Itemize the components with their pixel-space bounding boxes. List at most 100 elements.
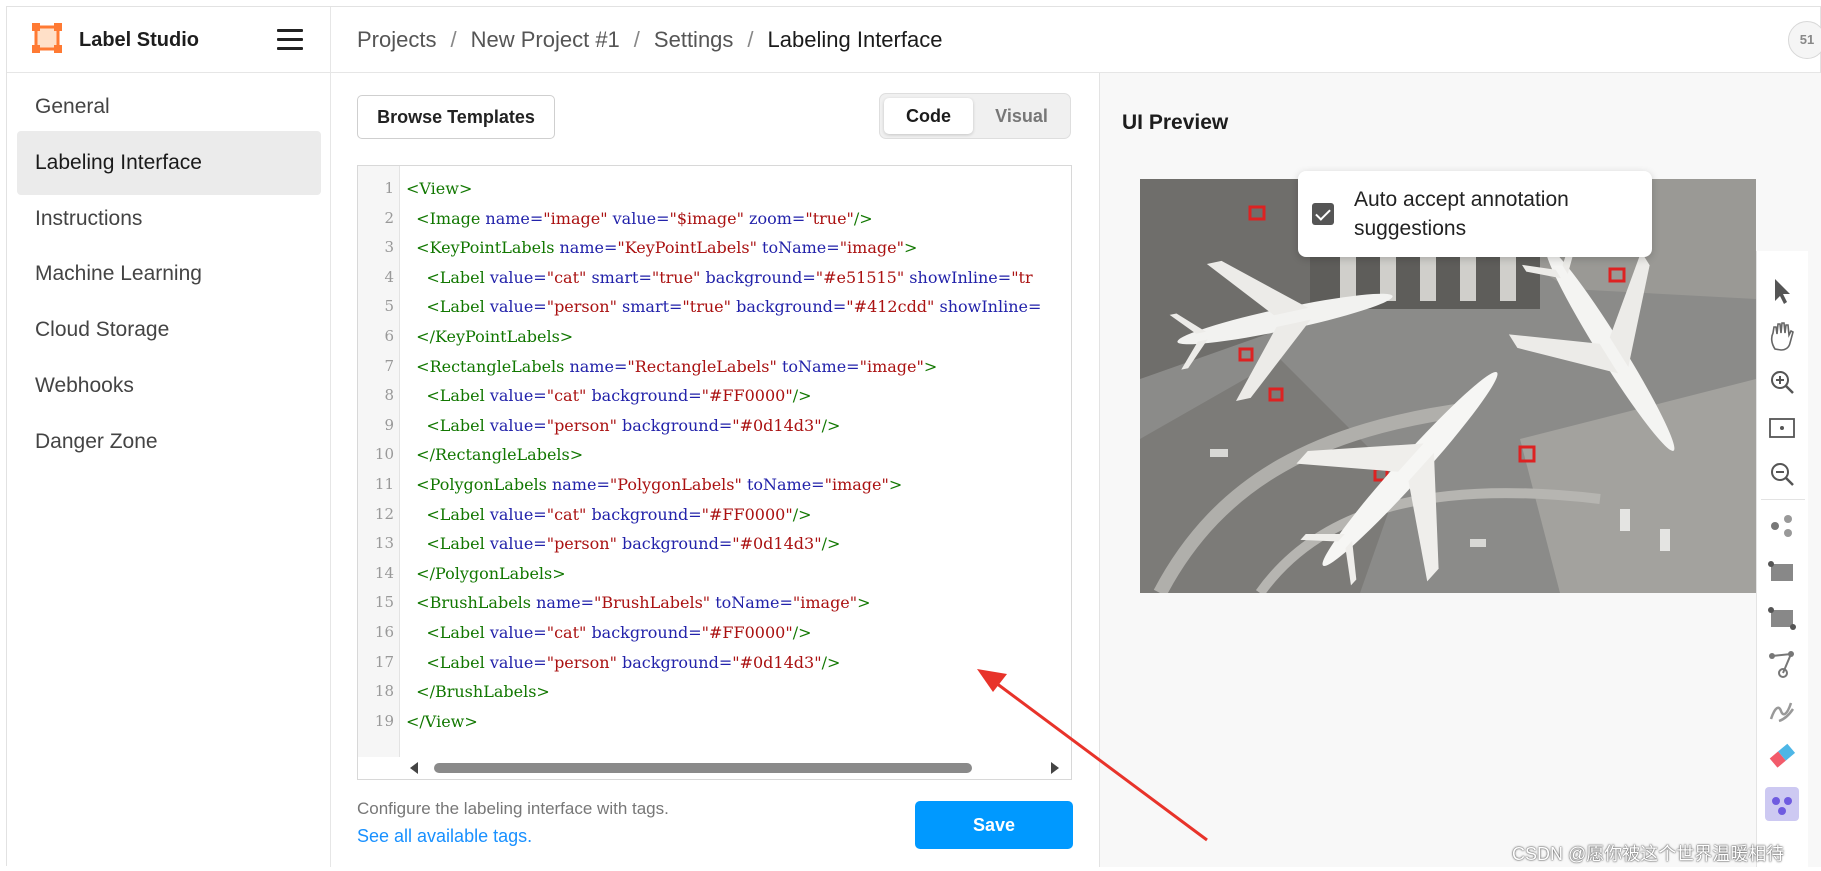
sidebar-item-general[interactable]: General	[17, 75, 321, 139]
breadcrumb-settings[interactable]: Settings	[654, 27, 734, 52]
code-line[interactable]: 7 <RectangleLabels name="RectangleLabels…	[358, 352, 1071, 382]
settings-sidebar: General Labeling Interface Instructions …	[7, 73, 331, 867]
brush-icon[interactable]	[1765, 693, 1799, 727]
code-token: >	[857, 593, 871, 613]
code-line[interactable]: 9 <Label value="person" background="#0d1…	[358, 411, 1071, 441]
code-token: "true"	[651, 267, 706, 287]
code-token: background=	[591, 622, 702, 642]
watermark-text: CSDN @愿你被这个世界温暖相待	[1512, 844, 1785, 864]
code-token: <Image	[406, 208, 486, 228]
fit-to-screen-icon[interactable]	[1765, 411, 1799, 445]
auto-accept-label[interactable]: Auto accept annotation suggestions	[1354, 185, 1634, 243]
zoom-in-icon[interactable]	[1765, 365, 1799, 399]
sidebar-item-danger-zone[interactable]: Danger Zone	[17, 410, 321, 474]
code-line[interactable]: 17 <Label value="person" background="#0d…	[358, 648, 1071, 678]
code-token: "BrushLabels"	[593, 593, 716, 613]
breadcrumb-project[interactable]: New Project #1	[471, 27, 620, 52]
code-line[interactable]: 2 <Image name="image" value="$image" zoo…	[358, 204, 1071, 234]
line-number: 6	[384, 326, 394, 345]
code-line[interactable]: 11 <PolygonLabels name="PolygonLabels" t…	[358, 470, 1071, 500]
tab-code[interactable]: Code	[884, 98, 973, 134]
code-token: "cat"	[546, 504, 592, 524]
code-token: "person"	[546, 415, 623, 435]
rectangle-3point-icon[interactable]	[1765, 601, 1799, 635]
zoom-out-icon[interactable]	[1765, 457, 1799, 491]
code-token: </KeyPointLabels>	[406, 326, 574, 346]
polygon-icon[interactable]	[1765, 647, 1799, 681]
hand-pan-icon[interactable]	[1765, 319, 1799, 353]
code-line[interactable]: 14 </PolygonLabels>	[358, 559, 1071, 589]
auto-accept-checkbox[interactable]	[1312, 203, 1334, 225]
sidebar-item-machine-learning[interactable]: Machine Learning	[17, 242, 321, 306]
eraser-icon[interactable]	[1765, 739, 1799, 773]
horizontal-scrollbar[interactable]	[358, 757, 1071, 779]
code-token: "#FF0000"	[701, 504, 793, 524]
code-token: background=	[622, 534, 733, 554]
code-token: background=	[591, 504, 702, 524]
scrollbar-thumb[interactable]	[434, 763, 972, 773]
scroll-right-arrow-icon[interactable]	[1051, 762, 1059, 774]
code-token: background=	[705, 267, 816, 287]
code-lines[interactable]: 1 <View> 2 <Image name="image" value="$ima…	[358, 174, 1071, 736]
line-number: 17	[374, 652, 394, 671]
code-token: background=	[736, 297, 847, 317]
code-line[interactable]: 15 <BrushLabels name="BrushLabels" toNam…	[358, 588, 1071, 618]
code-token: <View>	[406, 179, 473, 198]
code-line[interactable]: 4 <Label value="cat" smart="true" backgr…	[358, 263, 1071, 293]
code-token: "#0d14d3"	[732, 415, 822, 435]
code-line[interactable]: 1 <View>	[358, 174, 1071, 204]
line-number: 2	[384, 208, 394, 227]
keypoint-icon[interactable]	[1765, 509, 1799, 543]
code-token: "cat"	[546, 622, 592, 642]
menu-hamburger-icon[interactable]	[277, 29, 303, 51]
line-number: 3	[384, 238, 394, 257]
code-token: "image"	[859, 356, 924, 376]
line-number: 14	[374, 563, 394, 582]
code-token: showInline=	[909, 267, 1012, 287]
code-line[interactable]: 5 <Label value="person" smart="true" bac…	[358, 292, 1071, 322]
code-token: value=	[489, 415, 547, 435]
breadcrumb-projects[interactable]: Projects	[357, 27, 436, 52]
code-line[interactable]: 16 <Label value="cat" background="#FF000…	[358, 618, 1071, 648]
code-line[interactable]: 6 </KeyPointLabels>	[358, 322, 1071, 352]
code-token: />	[821, 534, 841, 554]
user-avatar[interactable]: 51	[1788, 21, 1821, 59]
code-token: "true"	[805, 208, 854, 228]
code-line[interactable]: 8 <Label value="cat" background="#FF0000…	[358, 381, 1071, 411]
code-token: </RectangleLabels>	[406, 445, 584, 465]
auto-detect-icon[interactable]	[1765, 787, 1799, 821]
code-token: >	[888, 474, 903, 494]
sidebar-item-labeling-interface[interactable]: Labeling Interface	[17, 131, 321, 195]
code-line[interactable]: 13 <Label value="person" background="#0d…	[358, 529, 1071, 559]
browse-templates-button[interactable]: Browse Templates	[357, 95, 555, 139]
code-token: "true"	[682, 297, 737, 317]
code-editor[interactable]: 1 <View> 2 <Image name="image" value="$ima…	[357, 165, 1072, 780]
code-token: "#e51515"	[815, 267, 910, 287]
code-line[interactable]: 3 <KeyPointLabels name="KeyPointLabels" …	[358, 233, 1071, 263]
code-token: name=	[551, 474, 610, 494]
code-text: <Image name="image" value="$image" zoom=…	[406, 204, 873, 234]
code-line[interactable]: 12 <Label value="cat" background="#FF000…	[358, 500, 1071, 530]
save-button[interactable]: Save	[915, 801, 1073, 849]
label-studio-logo-icon[interactable]	[32, 23, 62, 53]
pointer-icon[interactable]	[1765, 273, 1799, 307]
scroll-left-arrow-icon[interactable]	[410, 762, 418, 774]
rectangle-icon[interactable]	[1765, 555, 1799, 589]
code-token: <KeyPointLabels	[406, 238, 560, 258]
sidebar-item-cloud-storage[interactable]: Cloud Storage	[17, 298, 321, 362]
code-text: <Label value="cat" background="#FF0000"/…	[406, 500, 811, 530]
line-number: 19	[374, 711, 394, 730]
code-token: >	[923, 356, 938, 376]
code-line[interactable]: 10 </RectangleLabels>	[358, 440, 1071, 470]
sidebar-item-webhooks[interactable]: Webhooks	[17, 354, 321, 418]
tab-visual[interactable]: Visual	[977, 98, 1066, 134]
code-line[interactable]: 19 </View>	[358, 707, 1071, 737]
code-token: </BrushLabels>	[406, 682, 550, 702]
code-token: zoom=	[749, 208, 806, 228]
help-text: Configure the labeling interface with ta…	[357, 799, 669, 818]
code-line[interactable]: 18 </BrushLabels>	[358, 677, 1071, 707]
see-all-tags-link[interactable]: See all available tags.	[357, 826, 532, 847]
code-text: <PolygonLabels name="PolygonLabels" toNa…	[406, 470, 902, 500]
line-number: 15	[374, 593, 394, 612]
code-token: background=	[591, 386, 702, 406]
